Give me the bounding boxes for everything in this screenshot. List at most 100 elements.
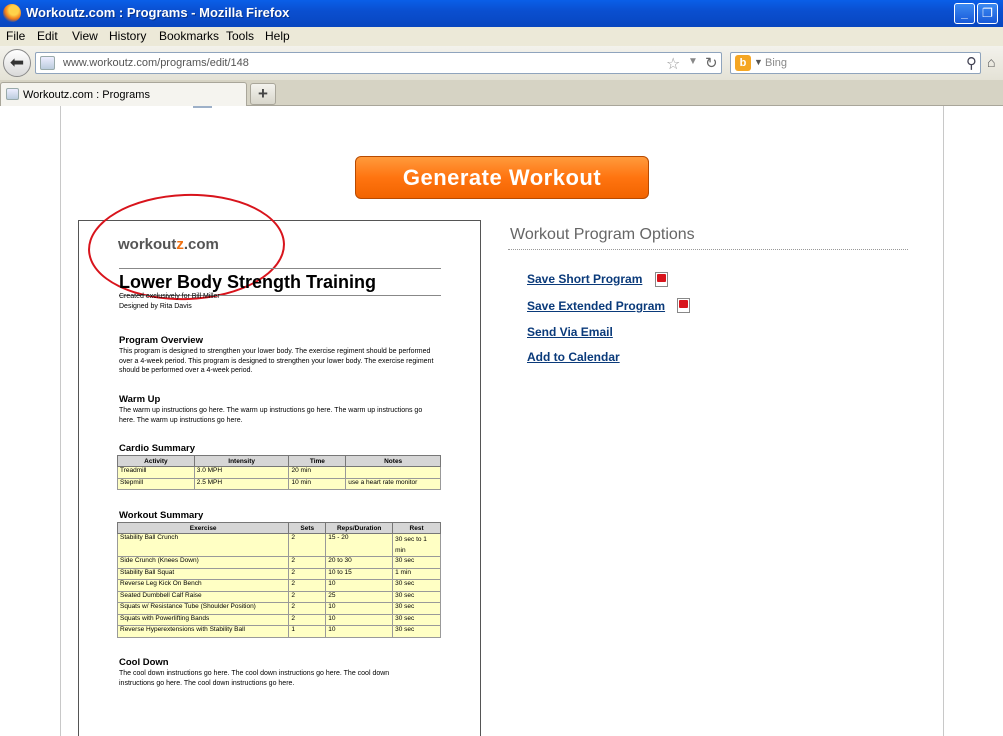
cell: 10 bbox=[325, 579, 394, 592]
cell: 3.0 MPH bbox=[193, 466, 290, 479]
new-tab-button[interactable]: + bbox=[250, 83, 276, 105]
workout-col-rest: Rest bbox=[392, 522, 441, 534]
menu-view[interactable]: View bbox=[72, 29, 98, 43]
menu-edit[interactable]: Edit bbox=[37, 29, 58, 43]
minimize-button[interactable]: _ bbox=[954, 3, 975, 24]
warmup-text: The warm up instructions go here. The wa… bbox=[119, 407, 423, 424]
cell: 30 sec bbox=[392, 556, 441, 569]
warmup-heading: Warm Up bbox=[119, 394, 161, 405]
cell: Treadmill bbox=[117, 466, 195, 479]
table-row: Treadmill 3.0 MPH 20 min bbox=[117, 466, 441, 479]
cell bbox=[345, 466, 441, 479]
tab-favicon-icon bbox=[6, 88, 19, 100]
cell: 30 sec bbox=[392, 579, 441, 592]
cell: Stability Ball Squat bbox=[116, 567, 290, 580]
home-icon[interactable]: ⌂ bbox=[987, 54, 1003, 72]
table-row: Squats w/ Resistance Tube (Shoulder Posi… bbox=[116, 602, 441, 615]
workout-heading: Workout Summary bbox=[119, 510, 204, 521]
restore-button[interactable]: ❐ bbox=[977, 3, 998, 24]
cell: 2 bbox=[288, 590, 327, 603]
send-via-email-link[interactable]: Send Via Email bbox=[527, 325, 613, 339]
overview-text: This program is designed to strengthen y… bbox=[119, 348, 434, 374]
search-bar[interactable]: b ▼ Bing ⚲ bbox=[730, 52, 981, 74]
generate-workout-button[interactable]: Generate Workout bbox=[355, 156, 649, 199]
search-icon[interactable]: ⚲ bbox=[966, 54, 977, 72]
table-row: Stability Ball Squat 2 10 to 15 1 min bbox=[116, 567, 441, 580]
cell: 2 bbox=[288, 556, 327, 569]
cell: 30 sec bbox=[392, 625, 441, 638]
workout-header-row: Exercise Sets Reps/Duration Rest bbox=[116, 522, 441, 534]
designed-by-text: Designed by Rita Davis bbox=[119, 303, 192, 310]
url-bar[interactable]: www.workoutz.com/programs/edit/148 ☆ ▼ ↻ bbox=[35, 52, 722, 74]
pdf-icon[interactable] bbox=[655, 272, 668, 287]
cell: 30 sec bbox=[392, 590, 441, 603]
bing-icon[interactable]: b bbox=[735, 55, 751, 71]
cell: Seated Dumbbell Calf Raise bbox=[116, 590, 290, 603]
cooldown-text: The cool down instructions go here. The … bbox=[119, 670, 390, 687]
bookmark-star-icon[interactable]: ☆ bbox=[666, 54, 680, 74]
cell: Reverse Hyperextensions with Stability B… bbox=[116, 625, 290, 638]
cell: 10 bbox=[325, 625, 394, 638]
window-titlebar: Workoutz.com : Programs - Mozilla Firefo… bbox=[0, 0, 1003, 27]
table-row: Stability Ball Crunch 2 15 - 20 30 sec t… bbox=[116, 533, 441, 557]
cell: 1 bbox=[288, 625, 327, 638]
table-row: Reverse Hyperextensions with Stability B… bbox=[116, 625, 441, 638]
search-engine-dropdown-icon[interactable]: ▼ bbox=[754, 57, 763, 67]
workout-table: Exercise Sets Reps/Duration Rest Stabili… bbox=[116, 522, 441, 638]
cell: 20 min bbox=[288, 466, 347, 479]
cell: 1 min bbox=[392, 567, 441, 580]
site-identity-icon[interactable] bbox=[40, 56, 55, 70]
save-short-program-link[interactable]: Save Short Program bbox=[527, 272, 642, 286]
menu-bar: File Edit View History Bookmarks Tools H… bbox=[0, 27, 1003, 46]
cell: Squats with Powerlifting Bands bbox=[116, 613, 290, 626]
cardio-header-row: Activity Intensity Time Notes bbox=[117, 455, 441, 467]
cooldown-heading: Cool Down bbox=[119, 657, 169, 668]
table-row: Stepmill 2.5 MPH 10 min use a heart rate… bbox=[117, 477, 441, 490]
pdf-icon[interactable] bbox=[677, 298, 690, 313]
cell: 25 bbox=[325, 590, 394, 603]
tab-label: Workoutz.com : Programs bbox=[23, 89, 150, 101]
options-divider bbox=[508, 249, 908, 250]
search-input[interactable]: Bing bbox=[765, 57, 787, 69]
url-text[interactable]: www.workoutz.com/programs/edit/148 bbox=[63, 57, 249, 69]
url-dropdown-icon[interactable]: ▼ bbox=[688, 56, 698, 67]
cell: Stepmill bbox=[117, 477, 195, 490]
back-arrow-icon: ⬅ bbox=[9, 53, 25, 72]
table-row: Side Crunch (Knees Down) 2 20 to 30 30 s… bbox=[116, 556, 441, 569]
cell: 10 bbox=[325, 602, 394, 615]
cardio-heading: Cardio Summary bbox=[119, 443, 196, 454]
cell: 2 bbox=[288, 567, 327, 580]
cardio-table: Activity Intensity Time Notes Treadmill … bbox=[117, 455, 441, 490]
overview-heading: Program Overview bbox=[119, 335, 203, 346]
title-rule-top bbox=[119, 268, 441, 269]
cell: use a heart rate monitor bbox=[345, 477, 441, 490]
cell: 30 sec bbox=[392, 613, 441, 626]
cell: 2 bbox=[288, 602, 327, 615]
cell: 2.5 MPH bbox=[193, 477, 290, 490]
tab-workoutz-programs[interactable]: Workoutz.com : Programs bbox=[0, 82, 247, 106]
program-title: Lower Body Strength Training bbox=[119, 272, 377, 292]
cell: 10 min bbox=[288, 477, 347, 490]
cell: 2 bbox=[288, 579, 327, 592]
menu-file[interactable]: File bbox=[6, 29, 25, 43]
workout-col-exercise: Exercise bbox=[116, 522, 290, 534]
cell: 30 sec to 1 min bbox=[392, 533, 441, 557]
table-row: Seated Dumbbell Calf Raise 2 25 30 sec bbox=[116, 590, 441, 603]
reload-icon[interactable]: ↻ bbox=[705, 54, 718, 72]
save-extended-program-link[interactable]: Save Extended Program bbox=[527, 299, 665, 313]
cell: 10 bbox=[325, 613, 394, 626]
menu-bookmarks[interactable]: Bookmarks bbox=[159, 29, 219, 43]
menu-history[interactable]: History bbox=[109, 29, 146, 43]
workout-col-sets: Sets bbox=[288, 522, 327, 534]
menu-help[interactable]: Help bbox=[265, 29, 290, 43]
options-title: Workout Program Options bbox=[510, 226, 695, 243]
created-for-text: Created exclusively for Bill Miller bbox=[119, 293, 220, 300]
add-to-calendar-link[interactable]: Add to Calendar bbox=[527, 350, 620, 364]
cardio-col-notes: Notes bbox=[345, 455, 441, 467]
cell: 10 to 15 bbox=[325, 567, 394, 580]
cardio-col-intensity: Intensity bbox=[193, 455, 290, 467]
menu-tools[interactable]: Tools bbox=[226, 29, 254, 43]
cell: Reverse Leg Kick On Bench bbox=[116, 579, 290, 592]
back-button[interactable]: ⬅ bbox=[3, 49, 31, 77]
workout-col-reps: Reps/Duration bbox=[325, 522, 394, 534]
